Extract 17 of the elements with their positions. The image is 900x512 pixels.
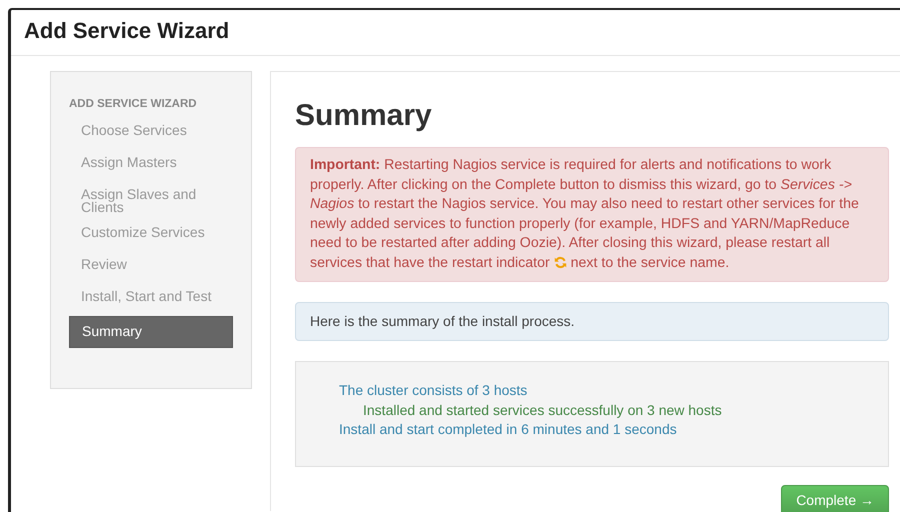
info-message: Here is the summary of the install process. xyxy=(295,302,889,341)
summary-line: The cluster consists of 3 hosts xyxy=(339,382,528,398)
complete-button[interactable]: Complete → xyxy=(781,484,889,512)
page-title: Summary xyxy=(295,98,433,134)
window-title: Add Service Wizard xyxy=(24,18,230,44)
sidebar-item[interactable]: Assign Slaves and Clients xyxy=(69,182,233,220)
sidebar-item[interactable]: Choose Services xyxy=(69,118,233,150)
summary-line: Installed and started services successfully on 3 new hosts xyxy=(363,402,722,418)
refresh-icon xyxy=(554,256,567,268)
sidebar-item[interactable]: Assign Masters xyxy=(69,150,233,182)
alert-message: Important: Restarting Nagios service is required for alerts and notifications to work properly. After clicking on the Complete button to dismiss this wizard, go to Services -> Nagios to restart the Nagios service. You may also need to restart other services for the newly added services to function properly (for example, HDFS and YARN/MapReduce need to be restarted after adding Oozie). After closing this wizard, please restart all services that have the restart indicator next to the service name. xyxy=(295,147,889,282)
sidebar-item[interactable]: Install, Start and Test xyxy=(69,284,233,316)
sidebar-item[interactable]: Review xyxy=(69,252,233,284)
sidebar-item[interactable]: Customize Services xyxy=(69,220,233,252)
summary-line: Install and start completed in 6 minutes and 1 seconds xyxy=(339,421,677,437)
sidebar-item[interactable]: Summary xyxy=(69,316,233,348)
sidebar-heading: ADD SERVICE WIZARD xyxy=(69,97,198,112)
